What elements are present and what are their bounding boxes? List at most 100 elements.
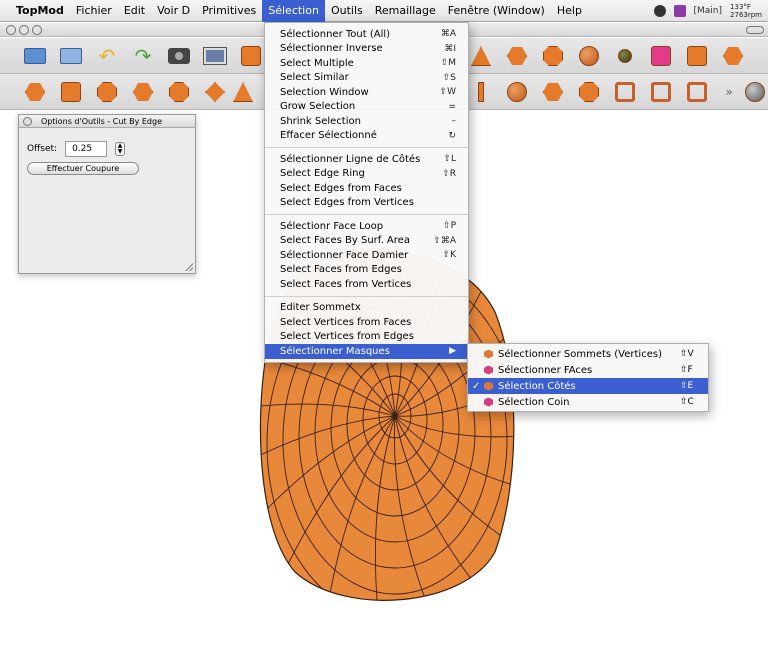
menu-item-shortcut: ⇧K <box>442 250 456 261</box>
tool-button-13[interactable] <box>648 79 674 105</box>
panel-close-button[interactable] <box>23 117 32 126</box>
selection-menu-item[interactable]: Sélectionner Masques ▶ <box>265 344 468 359</box>
menu-item-label: Select Faces from Vertices <box>280 278 412 290</box>
offset-stepper[interactable]: ▲ ▼ <box>115 142 126 156</box>
wire-cube-2-icon <box>651 82 671 102</box>
tool-button-14[interactable] <box>684 79 710 105</box>
selection-menu-item[interactable]: Select Faces from Edges <box>265 263 468 278</box>
primitive-icosahedron-button[interactable] <box>540 43 566 69</box>
primitive-dodecahedron-button[interactable] <box>504 43 530 69</box>
mask-item-label: Sélectionner FAces <box>498 364 593 376</box>
icosahedron-icon <box>543 46 563 66</box>
selection-menu-item[interactable]: Select Faces from Vertices <box>265 277 468 292</box>
menu-edit[interactable]: Edit <box>118 0 151 22</box>
selection-menu-item[interactable]: Sélectionner Tout (All) ⌘A <box>265 27 468 42</box>
selection-menu-item[interactable]: Sélectionr Face Loop ⇧P <box>265 219 468 234</box>
primitive-geosphere-button[interactable] <box>612 43 638 69</box>
selection-menu-item[interactable]: Select Edges from Vertices <box>265 196 468 211</box>
selection-menu-item[interactable]: Select Similar ⇧S <box>265 71 468 86</box>
selection-menu-item[interactable]: Sélectionner Inverse ⌘I <box>265 42 468 57</box>
status-area: [Main] 133°F 2763rpm <box>653 0 768 22</box>
mask-menu-item[interactable]: ✓ Sélection Côtés ⇧E <box>468 378 708 394</box>
toolbar-toggle-button[interactable] <box>746 26 764 34</box>
selection-menu-item[interactable]: Editer Sommetx <box>265 301 468 316</box>
tool-button-2[interactable] <box>58 79 84 105</box>
mask-item-label: Sélectionner Sommets (Vertices) <box>498 348 662 360</box>
redo-button[interactable]: ↷ <box>130 43 156 69</box>
resize-grip[interactable] <box>185 263 193 271</box>
mask-menu-item[interactable]: Sélection Coin ⇧C <box>468 394 708 410</box>
tool-button-12[interactable] <box>612 79 638 105</box>
menu-voir[interactable]: Voir D <box>151 0 196 22</box>
dodecahedron-icon <box>507 47 527 65</box>
spaces-indicator[interactable]: [Main] <box>694 6 723 16</box>
checkmark-icon: ✓ <box>472 380 481 392</box>
tool-button-1[interactable] <box>22 79 48 105</box>
toolbar-overflow-button[interactable]: » <box>716 79 742 105</box>
selection-menu-item[interactable]: Select Multiple ⇧M <box>265 56 468 71</box>
primitive-soccerball-button[interactable] <box>576 43 602 69</box>
selection-menu-item[interactable]: Shrink Selection – <box>265 114 468 129</box>
screenshot-button[interactable] <box>166 43 192 69</box>
tool-button-4[interactable] <box>130 79 156 105</box>
open-folder-button[interactable] <box>22 43 48 69</box>
tool-button-15[interactable] <box>742 79 768 105</box>
panel-titlebar[interactable]: Options d'Outils - Cut By Edge <box>19 115 195 128</box>
select-masks-submenu: Sélectionner Sommets (Vertices) ⇧V Sélecti… <box>467 343 709 412</box>
tool-button-6[interactable] <box>202 79 228 105</box>
primitive-pentagon-button[interactable] <box>720 43 746 69</box>
selection-menu-item[interactable]: Select Vertices from Faces <box>265 315 468 330</box>
selection-menu-item[interactable]: Sélectionner Face Damier ⇧K <box>265 248 468 263</box>
selection-menu-item[interactable]: Sélectionner Ligne de Côtés ⇧L <box>265 152 468 167</box>
menu-fichier[interactable]: Fichier <box>70 0 118 22</box>
menu-item-shortcut: ⇧⌘A <box>433 235 456 246</box>
render-view-button[interactable] <box>202 43 228 69</box>
tool-button-10[interactable] <box>540 79 566 105</box>
close-window-button[interactable] <box>6 25 16 35</box>
tool-button-5[interactable] <box>166 79 192 105</box>
mask-menu-item[interactable]: Sélectionner FAces ⇧F <box>468 362 708 378</box>
undo-button[interactable]: ↶ <box>94 43 120 69</box>
primitive-pink-cube-button[interactable] <box>648 43 674 69</box>
menu-item-label: Effacer Sélectionné <box>280 130 377 142</box>
selection-menu-item[interactable]: Selection Window ⇧W <box>265 85 468 100</box>
tool-button-11[interactable] <box>576 79 602 105</box>
menu-selection[interactable]: Sélection <box>262 0 325 22</box>
fan-rpm-value: 2763rpm <box>730 11 762 19</box>
menu-item-label: Select Edge Ring <box>280 168 365 180</box>
save-button[interactable] <box>58 43 84 69</box>
selection-menu-item[interactable]: Select Faces By Surf. Area ⇧⌘A <box>265 234 468 249</box>
app-menu-topmod[interactable]: TopMod <box>0 0 70 22</box>
selection-menu-item[interactable]: Select Vertices from Edges <box>265 330 468 345</box>
tool-button-7[interactable] <box>230 79 256 105</box>
menu-item-shortcut: ⇧P <box>443 221 456 232</box>
tool-button-9[interactable] <box>504 79 530 105</box>
tool-button-3[interactable] <box>94 79 120 105</box>
menu-help[interactable]: Help <box>551 0 588 22</box>
chevron-right-icon: » <box>725 85 733 99</box>
selection-menu-item[interactable]: Select Edge Ring ⇧R <box>265 167 468 182</box>
zoom-window-button[interactable] <box>32 25 42 35</box>
primitive-orange-cube-button[interactable] <box>684 43 710 69</box>
alarm-clock-icon[interactable] <box>673 5 686 17</box>
selection-menu-item[interactable]: Select Edges from Faces <box>265 181 468 196</box>
primitive-tetrahedron-button[interactable] <box>468 43 494 69</box>
primitive-cube-button[interactable] <box>238 43 264 69</box>
menu-outils[interactable]: Outils <box>325 0 369 22</box>
tetrahedron-icon <box>471 46 491 66</box>
tool-button-8[interactable] <box>468 79 494 105</box>
menu-item-shortcut: ⇧M <box>440 58 456 69</box>
menu-primitives[interactable]: Primitives <box>196 0 262 22</box>
mask-menu-item[interactable]: Sélectionner Sommets (Vertices) ⇧V <box>468 346 708 362</box>
menu-remaillage[interactable]: Remaillage <box>369 0 442 22</box>
offset-input[interactable]: 0.25 <box>65 141 108 157</box>
perform-cut-button[interactable]: Effectuer Coupure <box>27 162 139 175</box>
minimize-window-button[interactable] <box>19 25 29 35</box>
selection-menu-item[interactable]: Grow Selection = <box>265 100 468 115</box>
selection-menu-item[interactable]: Effacer Sélectionné ↻ <box>265 129 468 144</box>
menu-fenetre[interactable]: Fenêtre (Window) <box>442 0 551 22</box>
save-icon <box>60 48 82 64</box>
pyramid-icon <box>233 82 253 102</box>
sync-icon[interactable] <box>653 5 666 17</box>
extrude-icon <box>25 83 45 101</box>
